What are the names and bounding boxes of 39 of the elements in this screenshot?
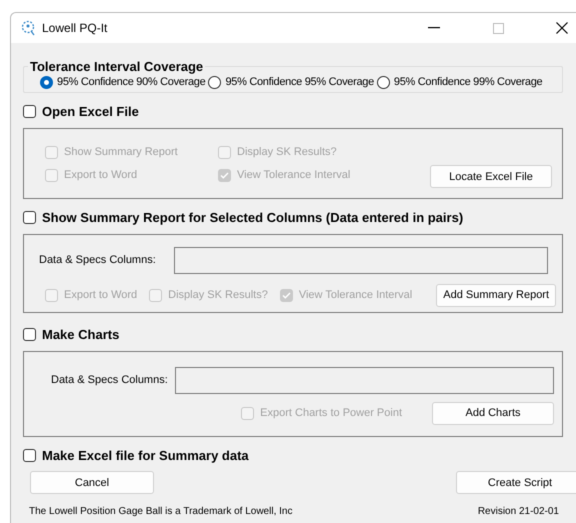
- checkbox[interactable]: [23, 104, 36, 118]
- checkbox[interactable]: [23, 328, 36, 340]
- trademark-note: The Lowell Position Gage Ball is a Trademark of Lowell, Inc: [29, 506, 292, 517]
- checkbox-label: Show Summary Report for Selected Columns (Data entered in pairs): [42, 210, 464, 224]
- checkbox-label: Make Excel file for Summary data: [42, 448, 249, 462]
- close-icon[interactable]: [556, 22, 568, 34]
- radio-button[interactable]: [40, 76, 53, 88]
- checkbox-label: View Tolerance Interval: [298, 289, 412, 301]
- radio-label: 95% Confidence 99% Coverage: [394, 76, 542, 88]
- checkbox-label: Export to Word: [64, 289, 138, 301]
- revision-label: Revision 21-02-01: [478, 506, 559, 517]
- radio-label: 95% Confidence 90% Coverage: [57, 76, 206, 88]
- radio-button[interactable]: [208, 76, 222, 88]
- checkbox-label: View Tolerance Interval: [237, 169, 350, 181]
- action-button[interactable]: Add Charts: [432, 402, 554, 424]
- checkbox-label: Make Charts: [42, 326, 120, 342]
- checkbox-label: Display SK Results?: [168, 289, 268, 301]
- field-label: Data & Specs Columns:: [50, 374, 169, 386]
- app-logo-icon: [20, 20, 36, 36]
- input-field[interactable]: [175, 366, 554, 394]
- locate-button[interactable]: Locate Excel File: [430, 165, 552, 188]
- field-label: Data & Specs Columns:: [39, 254, 157, 266]
- input-field[interactable]: [174, 246, 548, 274]
- create-script-button[interactable]: Create Script: [456, 471, 576, 494]
- minimize-icon[interactable]: [428, 27, 440, 29]
- checkbox-label: Display SK Results?: [237, 146, 337, 158]
- checkbox-label: Show Summary Report: [64, 146, 178, 158]
- checkbox-label: Export to Word: [64, 169, 138, 181]
- action-button[interactable]: Add Summary Report: [436, 284, 556, 306]
- checkbox[interactable]: [23, 210, 36, 224]
- cancel-button[interactable]: Cancel: [30, 471, 154, 494]
- radio-button[interactable]: [376, 76, 390, 88]
- radio-label: 95% Confidence 95% Coverage: [225, 76, 374, 88]
- window-title: Lowell PQ-It: [42, 21, 108, 35]
- checkbox-label: Export Charts to Power Point: [260, 407, 402, 419]
- checkbox-label: Open Excel File: [42, 104, 139, 118]
- maximize-icon[interactable]: [492, 22, 504, 34]
- group-title: Tolerance Interval Coverage: [29, 59, 204, 74]
- checkbox[interactable]: [23, 448, 36, 462]
